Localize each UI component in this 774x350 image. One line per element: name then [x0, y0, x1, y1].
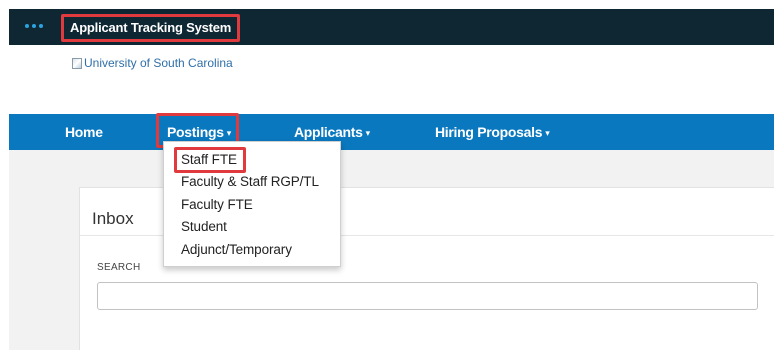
dot	[25, 24, 29, 28]
nav-hiring-proposals-label: Hiring Proposals	[435, 124, 543, 140]
university-logo[interactable]: University of South Carolina	[72, 56, 233, 70]
menu-item-student[interactable]: Student	[181, 217, 227, 237]
main-nav: Home Postings ▾ Applicants ▾ Hiring Propos…	[9, 114, 774, 150]
logo-alt-text: University of South Carolina	[84, 56, 233, 70]
menu-item-faculty-staff-rgp-tl[interactable]: Faculty & Staff RGP/TL	[181, 172, 319, 192]
menu-item-faculty-fte[interactable]: Faculty FTE	[181, 195, 253, 215]
search-label: SEARCH	[97, 262, 141, 273]
inbox-title: Inbox	[92, 209, 134, 228]
page-frame: Applicant Tracking System University of …	[9, 9, 774, 350]
postings-dropdown: Staff FTE Faculty & Staff RGP/TL Faculty…	[163, 141, 341, 267]
dot	[39, 24, 43, 28]
menu-item-adjunct-temporary[interactable]: Adjunct/Temporary	[181, 240, 292, 260]
nav-home-label: Home	[65, 124, 103, 140]
site-header: University of South Carolina	[9, 45, 774, 114]
staff-fte-highlight-box	[174, 147, 246, 173]
dot	[32, 24, 36, 28]
broken-image-icon	[72, 57, 82, 69]
app-title[interactable]: Applicant Tracking System	[61, 14, 241, 42]
nav-hiring-proposals[interactable]: Hiring Proposals ▾	[435, 114, 550, 150]
caret-down-icon: ▾	[365, 128, 371, 138]
search-input[interactable]	[97, 282, 758, 310]
top-bar: Applicant Tracking System	[9, 9, 774, 45]
nav-applicants-label: Applicants	[294, 124, 363, 140]
dots-menu-icon[interactable]	[25, 21, 43, 31]
nav-home[interactable]: Home	[65, 114, 103, 150]
caret-down-icon: ▾	[545, 128, 550, 138]
